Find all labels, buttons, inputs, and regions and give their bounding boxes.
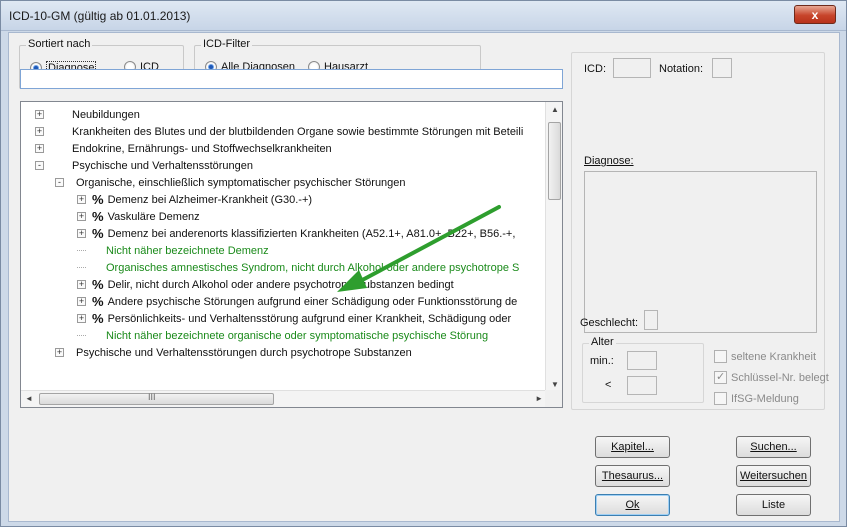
liste-button[interactable]: Liste bbox=[736, 494, 811, 516]
suchen-button-label: Suchen... bbox=[750, 441, 797, 453]
close-button[interactable]: x bbox=[794, 5, 836, 24]
check-ifsg-meldung[interactable]: IfSG-Meldung bbox=[714, 392, 799, 405]
geschlecht-field bbox=[644, 310, 658, 330]
checkbox-icon bbox=[714, 392, 727, 405]
check-schluessel-belegt[interactable]: Schlüssel-Nr. belegt bbox=[714, 370, 829, 384]
alter-groupbox: Alter min.: < bbox=[582, 336, 704, 403]
search-input[interactable] bbox=[20, 69, 563, 89]
liste-button-label: Liste bbox=[761, 499, 786, 511]
ok-button-label: Ok bbox=[625, 499, 640, 511]
weitersuchen-button[interactable]: Weitersuchen bbox=[736, 465, 811, 487]
weitersuchen-button-label: Weitersuchen bbox=[739, 470, 808, 482]
max-age-label: < bbox=[605, 379, 612, 391]
min-label: min.: bbox=[590, 355, 614, 367]
icd-label: ICD: bbox=[584, 63, 606, 75]
close-icon: x bbox=[811, 7, 819, 22]
checkbox-icon bbox=[714, 350, 727, 363]
diagnose-label: Diagnose: bbox=[584, 155, 634, 167]
diagnosis-tree[interactable]: + Neubildungen + Krankheiten des Blutes und… bbox=[20, 101, 563, 408]
window-title: ICD-10-GM (gültig ab 01.01.2013) bbox=[9, 9, 191, 23]
kapitel-button-label: Kapitel... bbox=[611, 441, 654, 453]
kapitel-button[interactable]: Kapitel... bbox=[595, 436, 670, 458]
check-seltene-krankheit[interactable]: seltene Krankheit bbox=[714, 350, 816, 363]
notation-label: Notation: bbox=[659, 63, 704, 75]
thesaurus-button[interactable]: Thesaurus... bbox=[595, 465, 670, 487]
diagnose-field bbox=[584, 171, 817, 333]
alter-label: Alter bbox=[589, 336, 616, 348]
check-ifsg-label: IfSG-Meldung bbox=[731, 392, 799, 405]
title-bar[interactable]: ICD-10-GM (gültig ab 01.01.2013) x bbox=[1, 1, 846, 31]
notation-field bbox=[712, 58, 732, 78]
check-seltene-label: seltene Krankheit bbox=[731, 350, 816, 363]
details-panel: ICD: Notation: Diagnose: Geschlecht: Alt… bbox=[571, 52, 829, 410]
thesaurus-button-label: Thesaurus... bbox=[601, 470, 664, 482]
checkbox-checked-icon bbox=[714, 370, 727, 384]
dialog-window: ICD-10-GM (gültig ab 01.01.2013) x Sorti… bbox=[0, 0, 847, 527]
icd-field bbox=[613, 58, 651, 78]
filter-group-label: ICD-Filter bbox=[201, 38, 253, 50]
dialog-client-area: Sortiert nach Diagnose ICD ICD-Filter Al… bbox=[8, 32, 840, 522]
geschlecht-label: Geschlecht: bbox=[580, 317, 639, 329]
min-age-field bbox=[627, 351, 657, 370]
max-age-field bbox=[627, 376, 657, 395]
annotation-arrow-icon bbox=[337, 205, 501, 292]
suchen-button[interactable]: Suchen... bbox=[736, 436, 811, 458]
ok-button[interactable]: Ok bbox=[595, 494, 670, 516]
sort-group-label: Sortiert nach bbox=[26, 38, 93, 50]
check-schluessel-label: Schlüssel-Nr. belegt bbox=[731, 371, 829, 384]
